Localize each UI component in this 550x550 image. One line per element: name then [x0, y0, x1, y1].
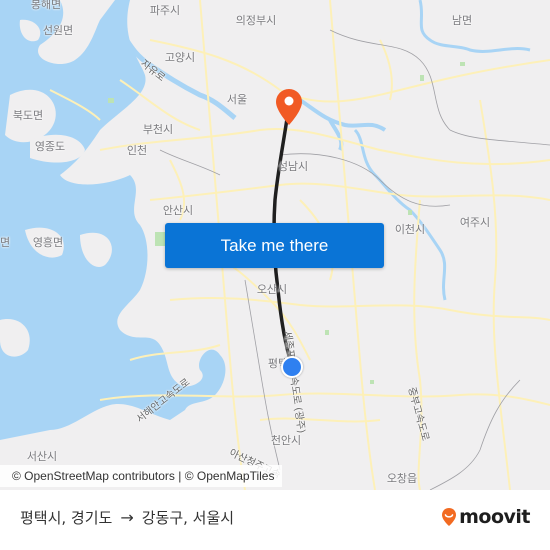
- place-label: 선원면: [42, 24, 74, 37]
- place-label: 서산시: [26, 450, 58, 463]
- destination-label: 강동구, 서울시: [141, 509, 235, 527]
- place-label: 영흥면: [32, 236, 64, 249]
- place-label: 인천: [126, 144, 148, 157]
- place-label: 의정부시: [235, 14, 277, 27]
- destination-pin-icon[interactable]: [275, 88, 303, 126]
- place-label: 성남시: [277, 160, 309, 173]
- west-sea: [0, 0, 226, 440]
- origin-location-marker[interactable]: [281, 356, 303, 378]
- map[interactable]: 봉해면 파주시 의정부시 남면 선원면 고양시 서울 북도면 부천시 영종도 인…: [0, 0, 550, 490]
- place-label: 남면: [451, 14, 473, 27]
- origin-label: 평택시, 경기도: [20, 509, 113, 527]
- place-label: 면: [0, 236, 11, 249]
- place-label: 천안시: [270, 434, 302, 447]
- place-label: 안산시: [162, 204, 194, 217]
- place-label: 파주시: [149, 4, 181, 17]
- place-label: 부천시: [142, 123, 174, 136]
- place-label: 고양시: [164, 51, 196, 64]
- river-east: [418, 0, 531, 53]
- moovit-logo[interactable]: moovit: [441, 506, 530, 528]
- place-label: 이천시: [394, 223, 426, 236]
- brand-name: moovit: [459, 506, 530, 528]
- place-label: 영종도: [34, 140, 66, 153]
- place-label: 오창읍: [386, 472, 418, 485]
- place-label: 북도면: [12, 109, 44, 122]
- route-summary: 평택시, 경기도 → 강동구, 서울시: [20, 507, 234, 528]
- map-attribution[interactable]: © OpenStreetMap contributors | © OpenMap…: [0, 465, 283, 487]
- river: [298, 98, 387, 132]
- moovit-pin-icon: [442, 508, 457, 526]
- place-label: 오산시: [256, 283, 288, 296]
- namhan-river: [353, 128, 447, 301]
- take-me-there-button[interactable]: Take me there: [165, 223, 384, 268]
- arrow-right-icon: →: [120, 508, 134, 527]
- place-label: 여주시: [459, 216, 491, 229]
- place-label: 서울: [226, 93, 248, 106]
- place-label: 봉해면: [30, 0, 62, 11]
